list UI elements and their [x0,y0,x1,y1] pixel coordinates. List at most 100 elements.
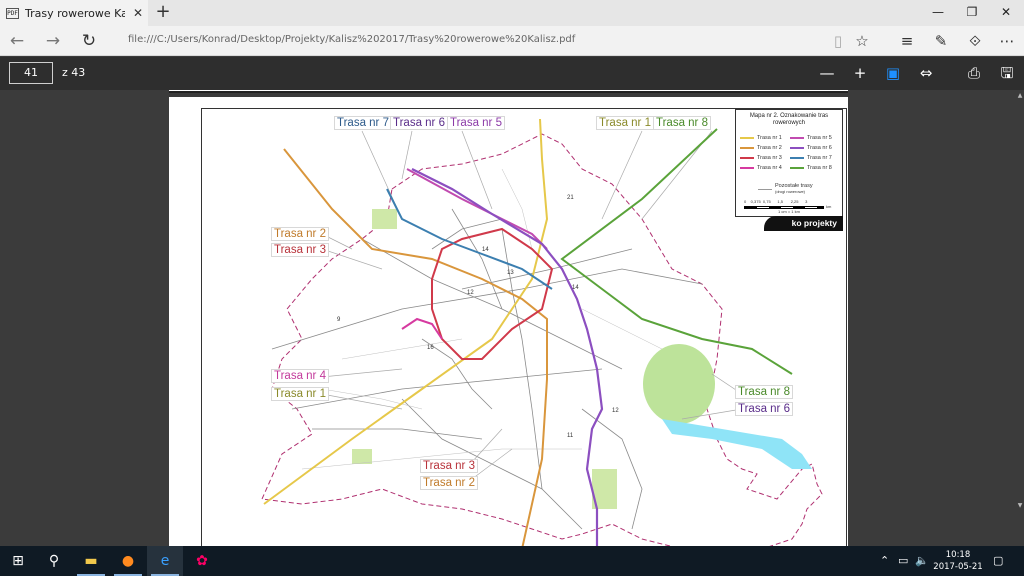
legend-item: Trasa nr 8 [790,165,832,171]
show-hidden-icons[interactable]: ⌃ [880,546,889,576]
reading-view-icon[interactable]: ▯ [825,29,851,53]
maximize-button[interactable]: ❐ [955,0,989,26]
new-tab-button[interactable]: + [152,2,174,24]
label-trasa-8-right: Trasa nr 8 [735,385,793,399]
hub-icon[interactable]: ≡ [894,29,920,53]
fit-page-icon[interactable]: ▣ [881,62,905,84]
label-trasa-3-bottom: Trasa nr 3 [420,459,478,473]
clock-time: 10:18 [945,550,971,560]
legend-item: Trasa nr 3 [740,155,782,161]
legend-item: Trasa nr 4 [740,165,782,171]
legend-label: Trasa nr 2 [757,145,782,151]
previous-page [169,90,848,93]
svg-text:21: 21 [567,195,574,201]
scale-unit: km [826,204,832,209]
back-button[interactable]: ← [4,29,30,53]
tab-trasy-rowerowe[interactable]: PDF Trasy rowerowe Kalisz.p ✕ [0,0,148,26]
label-trasa-5: Trasa nr 5 [447,116,505,130]
two-page-icon[interactable]: ⇔ [914,62,938,84]
legend-label: Trasa nr 3 [757,155,782,161]
scale-ratio: 1 cm = 1 km [778,209,800,214]
legend-swatch [740,137,754,139]
label-trasa-6: Trasa nr 6 [390,116,448,130]
label-trasa-4-left: Trasa nr 4 [271,369,329,383]
vertical-scrollbar[interactable]: ▲ ▼ [1016,90,1024,546]
share-icon[interactable]: ⟐ [962,29,988,53]
lake-area [662,419,812,469]
web-note-icon[interactable]: ✎ [928,29,954,53]
legend-item: Trasa nr 1 [740,135,782,141]
map-legend: Mapa nr 2. Oznakowanie tras rowerowych T… [735,109,843,217]
svg-text:13: 13 [507,270,514,276]
zoom-out-icon[interactable]: — [815,62,839,84]
svg-text:12: 12 [612,408,619,414]
page-total: z 43 [62,66,86,79]
pdf-page: 14 13 12 9 12 21 14 16 11 Trasa nr 7 Trasa nr … [169,97,848,546]
svg-text:16: 16 [427,345,434,351]
svg-text:14: 14 [482,247,489,253]
network-icon[interactable]: ▭ [898,546,908,576]
firefox-icon[interactable]: ● [110,546,146,576]
legend-item: Trasa nr 5 [790,135,832,141]
legend-other-routes: Pozostałe trasy (drogi rowerowe) [758,183,813,195]
save-icon[interactable]: 🖫 [995,62,1019,84]
windows-taskbar: ⊞ ⚲ ▬ ● e ✿ ⌃ ▭ 🔈 10:18 2017-05-21 ▢ [0,546,1024,576]
scale-bar: 0 0,375 0,75 1,5 2,25 3 km 1 cm = 1 km [744,199,834,214]
brand-logo: ko projekty [764,216,843,231]
forward-button[interactable]: → [40,29,66,53]
label-trasa-1-left: Trasa nr 1 [271,387,329,401]
label-trasa-1: Trasa nr 1 [596,116,654,130]
clock-date: 2017-05-21 [933,562,983,572]
print-icon[interactable]: ⎙ [962,62,986,84]
scroll-down-icon[interactable]: ▼ [1016,502,1024,509]
address-bar[interactable]: file:///C:/Users/Konrad/Desktop/Projekty… [128,34,575,45]
legend-title: Mapa nr 2. Oznakowanie tras rowerowych [749,113,829,126]
route-2 [283,148,548,546]
close-window-button[interactable]: ✕ [989,0,1023,26]
system-clock[interactable]: 10:18 2017-05-21 [932,549,984,573]
svg-text:11: 11 [567,433,574,439]
start-button[interactable]: ⊞ [0,546,36,576]
svg-text:9: 9 [337,317,341,323]
tab-bar: PDF Trasy rowerowe Kalisz.p ✕ + — ❐ ✕ [0,0,1024,26]
pdf-viewer[interactable]: 14 13 12 9 12 21 14 16 11 Trasa nr 7 Trasa nr … [0,90,1024,546]
page-number-input[interactable]: 41 [9,62,53,84]
route-5 [406,168,548,250]
more-icon[interactable]: ⋯ [994,29,1020,53]
pdf-icon: PDF [6,7,19,19]
svg-text:14: 14 [572,285,579,291]
volume-icon[interactable]: 🔈 [915,546,929,576]
label-trasa-8: Trasa nr 8 [653,116,711,130]
label-trasa-2-left: Trasa nr 2 [271,227,329,241]
legend-label: Trasa nr 1 [757,135,782,141]
forest-area [643,344,715,424]
edge-icon[interactable]: e [147,546,183,576]
label-trasa-3-left: Trasa nr 3 [271,243,329,257]
previous-page-map-fragment [169,90,848,93]
bike-route-map: 14 13 12 9 12 21 14 16 11 Trasa nr 7 Trasa nr … [201,108,847,546]
label-trasa-6-right: Trasa nr 6 [735,402,793,416]
action-center-icon[interactable]: ▢ [993,546,1003,576]
pdf-toolbar: 41 z 43 — + ▣ ⇔ ⎙ 🖫 [0,57,1024,90]
refresh-button[interactable]: ↻ [76,29,102,53]
legend-other-sub: (drogi rowerowe) [775,189,806,194]
zoom-in-icon[interactable]: + [848,62,872,84]
edge-window: PDF Trasy rowerowe Kalisz.p ✕ + — ❐ ✕ ← … [0,0,1024,576]
svg-text:12: 12 [467,290,474,296]
favorite-star-icon[interactable]: ☆ [849,29,875,53]
legend-item: Trasa nr 2 [740,145,782,151]
tab-title: Trasy rowerowe Kalisz.p [25,6,125,20]
file-explorer-icon[interactable]: ▬ [73,546,109,576]
label-trasa-2-bottom: Trasa nr 2 [420,476,478,490]
legend-item: Trasa nr 7 [790,155,832,161]
legend-label: Trasa nr 5 [807,135,832,141]
navigation-bar: ← → ↻ file:///C:/Users/Konrad/Desktop/Pr… [0,26,1024,56]
legend-label: Trasa nr 4 [757,165,782,171]
scroll-up-icon[interactable]: ▲ [1016,92,1024,99]
legend-label: Trasa nr 6 [807,145,832,151]
close-tab-icon[interactable]: ✕ [133,6,143,20]
search-icon[interactable]: ⚲ [36,546,72,576]
minimize-button[interactable]: — [921,0,955,26]
label-trasa-7: Trasa nr 7 [334,116,392,130]
paint-icon[interactable]: ✿ [184,546,220,576]
